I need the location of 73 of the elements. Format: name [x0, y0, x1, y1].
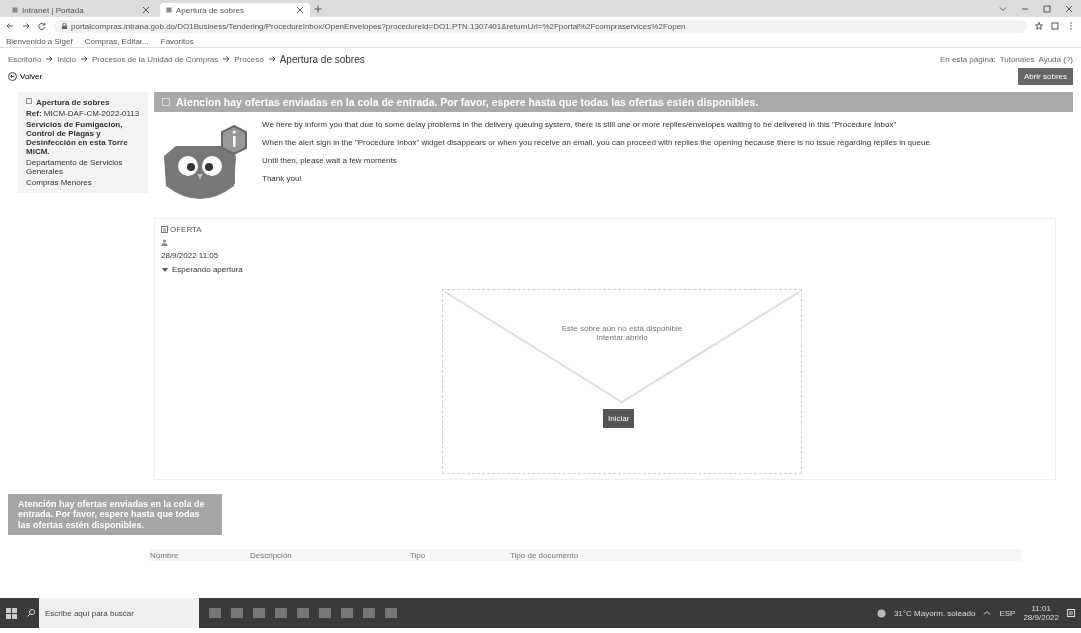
time: 11:01 [1031, 604, 1051, 613]
back-icon[interactable] [6, 22, 14, 30]
page-icon [166, 7, 172, 13]
back-button[interactable]: Volver [8, 71, 43, 81]
back-circle-icon [8, 71, 17, 81]
page-title: Apertura de sobres [279, 53, 365, 65]
arrow-icon [267, 55, 276, 63]
message-paragraph: Thank you! [262, 174, 303, 183]
department: Departamento de Servicios Generales [26, 158, 124, 176]
close-icon[interactable] [296, 6, 304, 14]
document-icon [161, 226, 168, 233]
column-header[interactable]: Nombre [150, 550, 250, 560]
start-button[interactable]: Iniciar [603, 409, 635, 428]
message-paragraph: We here by inform you that due to some delay problems in the delivery queuing system, there is still one or more replies/envelopes waiting to be delivered in this "Procedure Inbox" [262, 120, 898, 129]
square-icon[interactable] [1051, 22, 1059, 30]
windows-icon[interactable] [6, 607, 17, 619]
open-envelopes-button[interactable]: Abrir sobres [1017, 67, 1073, 85]
bookmark[interactable]: Bienvenido a Sigef [6, 36, 73, 46]
triangle-icon [161, 265, 169, 274]
close-icon[interactable] [142, 6, 150, 14]
reload-icon[interactable] [38, 22, 46, 30]
checkbox-icon [26, 98, 32, 104]
message-paragraph: Until then, please wait a few moments [262, 156, 398, 165]
column-header[interactable]: Descripción [250, 550, 410, 560]
modality: Compras Menores [26, 178, 93, 187]
language[interactable]: ESP [999, 608, 1016, 618]
page-link[interactable]: Ayuda (?) [1038, 54, 1073, 64]
breadcrumb-link[interactable]: Inicio [57, 54, 77, 64]
weather-icon [876, 608, 886, 618]
column-header[interactable]: Tipo [410, 550, 510, 560]
offer-date: 28/9/2022 11:05 [161, 251, 220, 260]
message-paragraph: When the alert sign in the "Procedure Inbox" widget disappears or when you receive an email, you can proceed with replies the opening because there is no issue regarding replies in queue. [262, 138, 933, 147]
label: En esta página: [940, 54, 996, 64]
new-tab-icon[interactable] [314, 4, 322, 13]
column-header[interactable]: Tipo de documento [510, 550, 610, 560]
bookmark[interactable]: Favoritos [160, 36, 194, 46]
sidebar-title: Apertura de sobres [36, 98, 110, 107]
alert-title: Atencion hay ofertas enviadas en la cola de entrada. Por favor, espere hasta que todas las ofertas estén disponibles. [176, 96, 759, 108]
url-text: portalcompras.intrana.gob.do/DO1Business/Tendering/ProcedureInbox/OpenEnvelopes?procedureId=DO1.PTN.1307401&returnUrl=%2Fportal%2Fcompraservices%2Fopen [71, 21, 686, 31]
bookmark[interactable]: Compras, Editar... [84, 36, 149, 46]
weather-text[interactable]: 31°C Mayorm. soleado [893, 608, 976, 618]
people-icon [161, 239, 168, 246]
breadcrumb-link[interactable]: Escritorio [8, 54, 42, 64]
reference-number: MICM-DAF-CM-2022-0113 [43, 109, 140, 118]
arrow-icon [45, 55, 54, 63]
process-description: Servicios de Fumigacion, Control de Plagas y Desinfección en esta Torre MICM. [26, 120, 129, 156]
breadcrumb-link[interactable]: Proceso [234, 54, 264, 64]
notification-toast: Atención hay ofertas enviadas en la cola de entrada. Por favor, espere hasta que todas las ofertas estén disponibles. [8, 494, 222, 536]
search-icon [27, 609, 35, 617]
page-link[interactable]: Tutoriales [999, 54, 1035, 64]
taskbar-search-field[interactable]: Escribe aquí para buscar [39, 598, 199, 628]
notification-icon[interactable] [1067, 609, 1075, 617]
menu-icon[interactable] [1067, 22, 1075, 30]
close-icon[interactable] [1065, 4, 1073, 13]
offer-title: OFERTA [170, 225, 202, 234]
star-icon[interactable] [1035, 22, 1043, 30]
envelope-text: Intentar abrirlo [596, 333, 648, 342]
forward-icon[interactable] [22, 22, 30, 30]
lock-icon [62, 23, 67, 29]
breadcrumb-link[interactable]: Procesos de la Unidad de Compras [92, 54, 219, 64]
maximize-icon[interactable] [1043, 4, 1051, 13]
chevron-down-icon[interactable] [999, 4, 1007, 13]
page-icon [12, 7, 18, 13]
browser-tab[interactable]: Intranet | Portada [6, 3, 156, 17]
chevron-up-icon[interactable] [983, 609, 992, 617]
arrow-icon [80, 55, 89, 63]
date: 28/9/2022 [1023, 613, 1059, 622]
envelope-text: Este sobre aún no está disponible [561, 324, 683, 333]
offer-status: Esperando apertura [172, 265, 243, 274]
address-bar[interactable]: portalcompras.intrana.gob.do/DO1Business/Tendering/ProcedureInbox/OpenEnvelopes?procedureId=DO1.PTN.1307401&returnUrl=%2Fportal%2Fcompraservices%2Fopen [54, 19, 1027, 33]
browser-tab[interactable]: Apertura de sobres [160, 3, 310, 17]
arrow-icon [222, 55, 231, 63]
label: Ref: [26, 109, 42, 118]
